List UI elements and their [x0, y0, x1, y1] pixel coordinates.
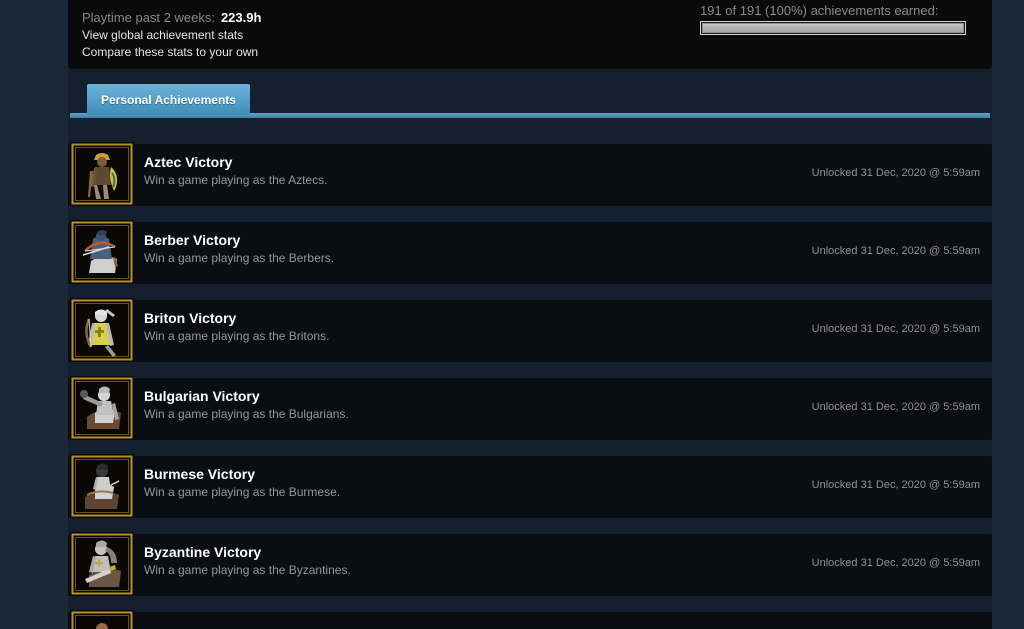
achievement-row[interactable]: Aztec Victory Win a game playing as the … [68, 142, 992, 206]
compare-stats-link[interactable]: Compare these stats to your own [82, 44, 261, 61]
achievement-unlock-date: Unlocked 31 Dec, 2020 @ 5:59am [811, 557, 980, 569]
achievement-row[interactable] [68, 610, 992, 629]
playtime-label: Playtime past 2 weeks: [82, 10, 215, 25]
stats-left-column: Playtime past 2 weeks: 223.9h View global… [82, 9, 261, 61]
achievement-name: Aztec Victory [144, 154, 233, 170]
achievement-name: Berber Victory [144, 232, 241, 248]
playtime-row: Playtime past 2 weeks: 223.9h [82, 9, 261, 27]
achievement-name: Byzantine Victory [144, 544, 262, 560]
achievement-row[interactable]: Burmese Victory Win a game playing as th… [68, 454, 992, 518]
achievement-list: Aztec Victory Win a game playing as the … [68, 142, 992, 629]
achievements-progress-fill [702, 23, 964, 33]
bulgarian-konnik-icon [70, 376, 134, 440]
aztec-jaguar-warrior-icon [70, 142, 134, 206]
achievement-description: Win a game playing as the Berbers. [144, 251, 335, 265]
achievement-unlock-date: Unlocked 31 Dec, 2020 @ 5:59am [811, 401, 980, 413]
achievement-row[interactable]: Berber Victory Win a game playing as the… [68, 220, 992, 284]
achievement-text: Burmese Victory Win a game playing as th… [144, 465, 340, 501]
achievement-description: Win a game playing as the Burmese. [144, 485, 341, 499]
playtime-value: 223.9h [220, 10, 262, 25]
briton-longbowman-icon [70, 298, 134, 362]
achievement-text: Berber Victory Win a game playing as the… [144, 231, 334, 267]
achievement-row[interactable]: Briton Victory Win a game playing as the… [68, 298, 992, 362]
achievement-summary: 191 of 191 (100%) achievements earned: [700, 2, 972, 35]
byzantine-cataphract-icon [70, 532, 134, 596]
achievement-text: Briton Victory Win a game playing as the… [144, 309, 329, 345]
achievement-text: Byzantine Victory Win a game playing as … [144, 543, 351, 579]
achievements-progress-bar [700, 21, 966, 35]
achievement-row[interactable]: Byzantine Victory Win a game playing as … [68, 532, 992, 596]
achievements-page: Playtime past 2 weeks: 223.9h View global… [0, 0, 1024, 629]
achievement-description: Win a game playing as the Byzantines. [144, 563, 351, 577]
achievement-unlock-date: Unlocked 31 Dec, 2020 @ 5:59am [811, 479, 980, 491]
achievement-name: Bulgarian Victory [144, 388, 260, 404]
achievement-text: Aztec Victory Win a game playing as the … [144, 153, 327, 189]
achievement-description: Win a game playing as the Britons. [144, 329, 330, 343]
achievements-earned-label: 191 of 191 (100%) achievements earned: [700, 3, 939, 18]
achievement-name: Briton Victory [144, 310, 237, 326]
celtic-woad-raider-icon [70, 610, 134, 629]
tab-personal-achievements-label: Personal Achievements [101, 92, 236, 107]
tab-bar: Personal Achievements [68, 84, 992, 118]
tab-personal-achievements[interactable]: Personal Achievements [87, 84, 250, 115]
content-panel: Playtime past 2 weeks: 223.9h View global… [68, 0, 992, 629]
achievement-row[interactable]: Bulgarian Victory Win a game playing as … [68, 376, 992, 440]
achievement-unlock-date: Unlocked 31 Dec, 2020 @ 5:59am [811, 323, 980, 335]
achievement-unlock-date: Unlocked 31 Dec, 2020 @ 5:59am [811, 167, 980, 179]
achievement-unlock-date: Unlocked 31 Dec, 2020 @ 5:59am [811, 245, 980, 257]
berber-camel-archer-icon [70, 220, 134, 284]
achievement-text: Bulgarian Victory Win a game playing as … [144, 387, 349, 423]
view-global-achievement-stats-link[interactable]: View global achievement stats [82, 27, 261, 44]
game-stats-header: Playtime past 2 weeks: 223.9h View global… [68, 0, 992, 69]
burmese-arambai-icon [70, 454, 134, 518]
achievement-description: Win a game playing as the Bulgarians. [144, 407, 349, 421]
achievement-name: Burmese Victory [144, 466, 256, 482]
achievement-description: Win a game playing as the Aztecs. [144, 173, 328, 187]
